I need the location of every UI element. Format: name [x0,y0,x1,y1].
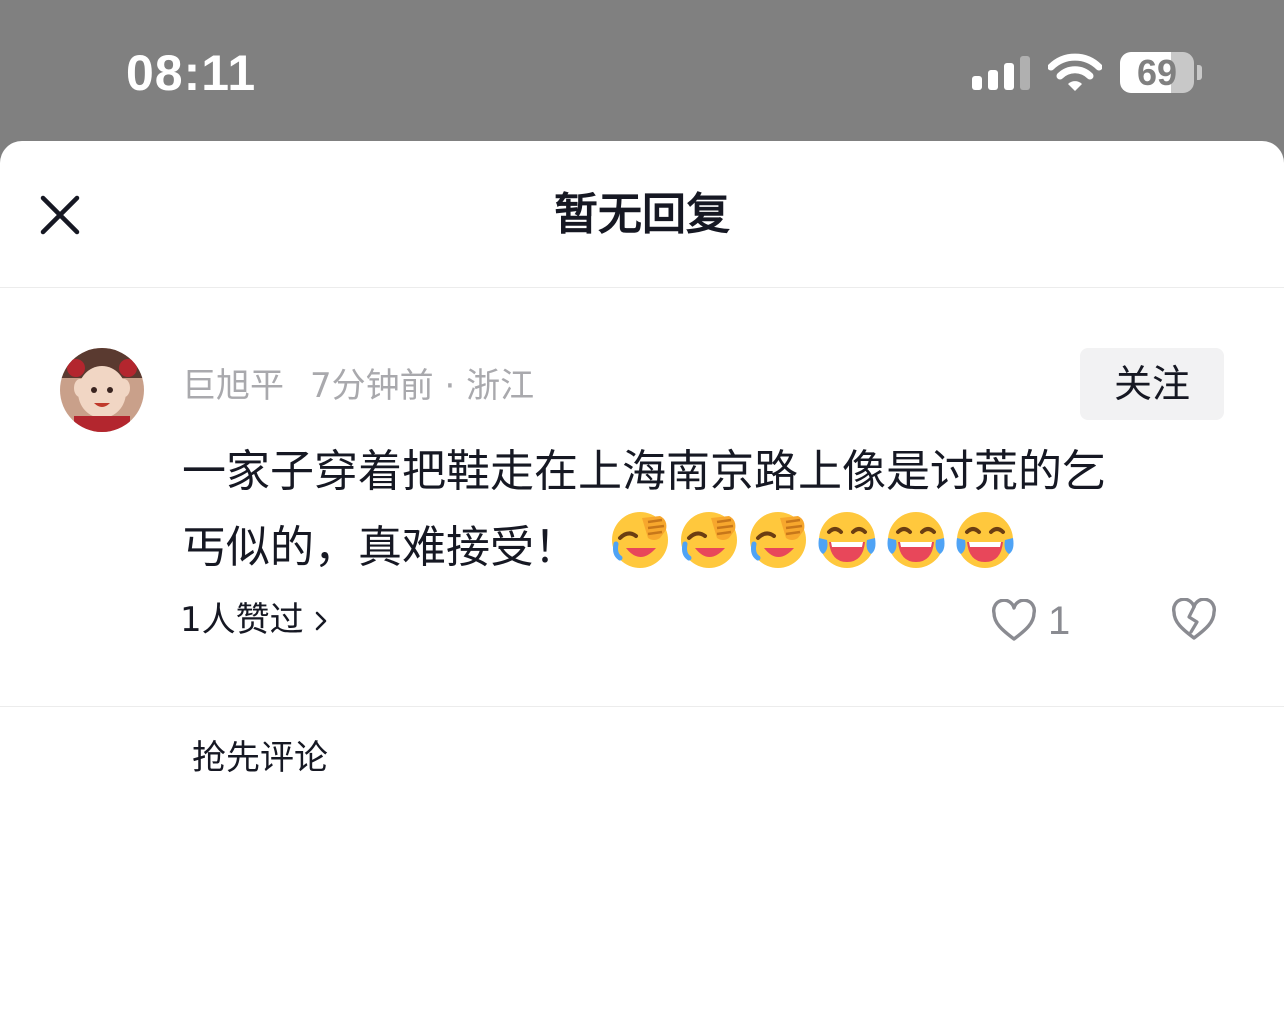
tears-of-joy-emoji [953,508,1017,572]
comment-meta: 巨旭平 7分钟前 · 浙江 [182,364,534,408]
cellular-signal-icon [972,56,1032,90]
reply-sheet: 暂无回复 巨旭平 7分钟前 · 浙江 关注 一家子穿着把鞋走在上海南京路上像是讨… [0,141,1284,1009]
comment-time: 7分钟前 [310,366,434,406]
like-count: 1 [1048,599,1071,643]
liked-by-link[interactable]: 1人赞过 [180,598,328,642]
author-name[interactable]: 巨旭平 [182,366,284,406]
divider [0,706,1284,707]
follow-button[interactable]: 关注 [1080,348,1224,420]
heart-icon [992,599,1036,641]
comment-text-line-2-text: 丐似的，真难接受！ [182,522,578,573]
battery-level: 69 [1136,52,1178,93]
emoji-row [578,512,1017,573]
like-button[interactable]: 1 [990,595,1090,647]
comment-text: 一家子穿着把鞋走在上海南京路上像是讨荒的乞 丐似的，真难接受！ [182,436,1222,584]
facepalm-laugh-emoji [677,508,741,572]
first-comment-prompt[interactable]: 抢先评论 [192,736,328,780]
comment-text-line-2: 丐似的，真难接受！ [182,508,1222,584]
chevron-right-icon [315,611,326,631]
meta-separator: · [444,366,456,406]
sheet-header: 暂无回复 [0,141,1284,288]
avatar[interactable] [60,348,144,432]
battery-nub [1197,65,1202,80]
comment-text-line-1: 一家子穿着把鞋走在上海南京路上像是讨荒的乞 [182,446,1106,497]
status-bar: 08:11 69 [0,0,1284,141]
battery-icon: 69 [1120,52,1194,93]
comment-location: 浙江 [466,366,535,406]
status-time: 08:11 [126,45,257,101]
liked-by-text: 1人赞过 [180,600,304,640]
facepalm-laugh-emoji [608,508,672,572]
comment-item: 巨旭平 7分钟前 · 浙江 关注 一家子穿着把鞋走在上海南京路上像是讨荒的乞 丐似… [0,288,1284,706]
facepalm-laugh-emoji [746,508,810,572]
sheet-title: 暂无回复 [554,189,730,240]
tears-of-joy-emoji [815,508,879,572]
broken-heart-icon[interactable] [1170,598,1218,642]
wifi-icon [1048,53,1102,91]
tears-of-joy-emoji [884,508,948,572]
